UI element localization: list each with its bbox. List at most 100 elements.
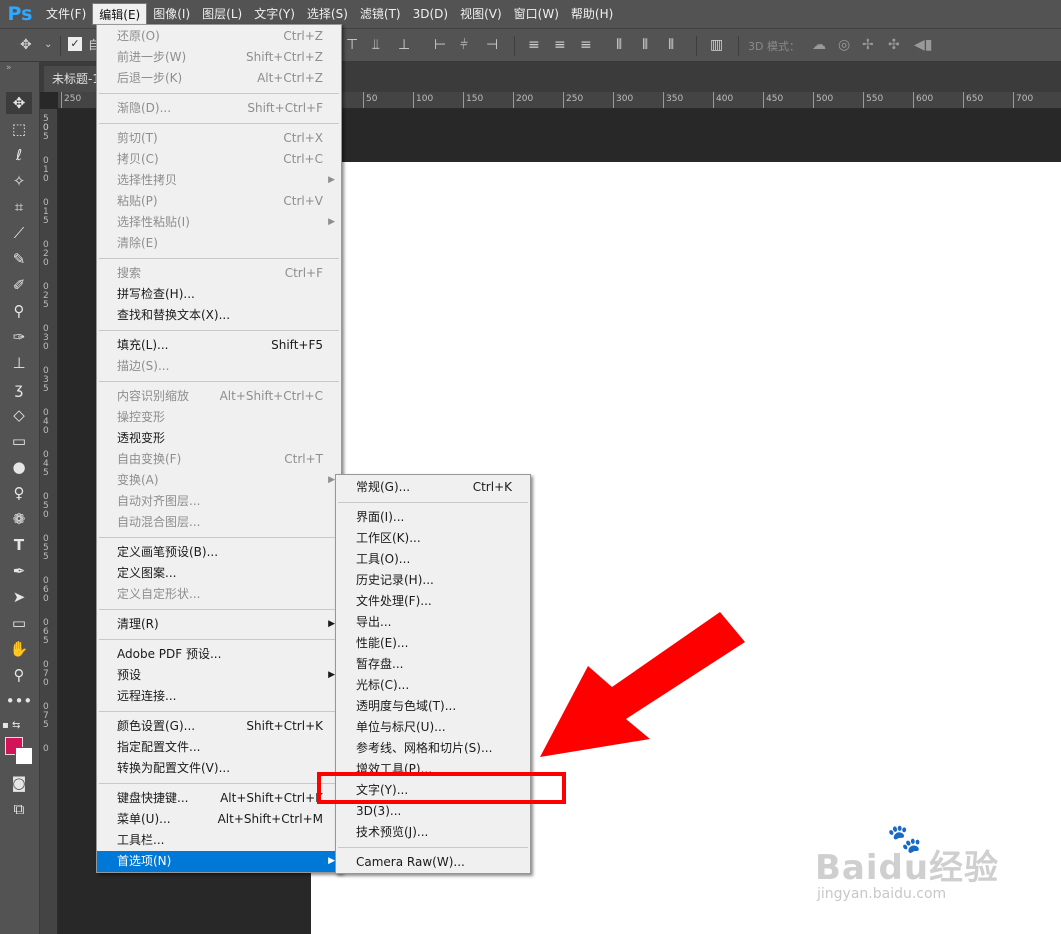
menu-item-3[interactable]: 图层(L) <box>196 3 248 25</box>
move-tool-icon[interactable]: ✥ <box>20 37 32 53</box>
blur-tool-icon[interactable]: ● <box>6 456 32 478</box>
edit-menu-item-40[interactable]: 转换为配置文件(V)... <box>97 758 341 779</box>
edit-menu-item-1[interactable]: 前进一步(W) Shift+Ctrl+Z <box>97 47 341 68</box>
menu-item-8[interactable]: 视图(V) <box>454 3 508 25</box>
gradient-tool-icon[interactable]: ▭ <box>6 430 32 452</box>
edit-menu-item-44[interactable]: 工具栏... <box>97 830 341 851</box>
prefs-menu-item-13[interactable]: 参考线、网格和切片(S)... <box>336 738 530 759</box>
move-tool-icon[interactable]: ✥ <box>6 92 32 114</box>
quick-mask-icon[interactable]: ◙ <box>6 772 32 794</box>
edit-menu-item-14[interactable]: 拼写检查(H)... <box>97 284 341 305</box>
distribute-horizontal-icon[interactable]: ⦀ <box>642 37 648 53</box>
magic-wand-icon[interactable]: ✧ <box>6 170 32 192</box>
edit-menu-item-43[interactable]: 菜单(U)... Alt+Shift+Ctrl+M <box>97 809 341 830</box>
edit-menu-item-18[interactable]: 描边(S)... <box>97 356 341 377</box>
edit-menu-item-38[interactable]: 颜色设置(G)... Shift+Ctrl+K <box>97 716 341 737</box>
path-selection-icon[interactable]: ➤ <box>6 586 32 608</box>
3d-orbit-icon[interactable]: ☁ <box>812 37 826 53</box>
edit-menu-item-29[interactable]: 定义图案... <box>97 563 341 584</box>
align-horizontal-center-icon[interactable]: ⫩ <box>460 37 468 53</box>
edit-menu-item-0[interactable]: 还原(O) Ctrl+Z <box>97 26 341 47</box>
prefs-menu-item-8[interactable]: 性能(E)... <box>336 633 530 654</box>
auto-select-checkbox[interactable]: ✓ <box>68 37 82 51</box>
art-history-icon[interactable]: ʒ <box>6 378 32 400</box>
chevron-down-icon[interactable]: ⌄ <box>44 37 52 53</box>
align-left-icon[interactable]: ⊢ <box>434 37 446 53</box>
stamp-icon[interactable]: ⊥ <box>6 352 32 374</box>
history-brush-icon[interactable]: ✑ <box>6 326 32 348</box>
3d-slide-icon[interactable]: ✣ <box>888 37 900 53</box>
dodge-tool-icon[interactable]: ♀ <box>6 482 32 504</box>
distribute-bottom-icon[interactable]: ≡ <box>580 37 592 53</box>
background-color-swatch[interactable] <box>15 747 33 765</box>
edit-menu-item-13[interactable]: 搜索 Ctrl+F <box>97 263 341 284</box>
edit-menu-item-45[interactable]: 首选项(N) ▶ <box>97 851 341 872</box>
prefs-menu-item-4[interactable]: 工具(O)... <box>336 549 530 570</box>
edit-menu-item-21[interactable]: 操控变形 <box>97 407 341 428</box>
menu-item-2[interactable]: 图像(I) <box>147 3 196 25</box>
edit-menu-item-32[interactable]: 清理(R) ▶ <box>97 614 341 635</box>
edit-menu-item-6[interactable]: 剪切(T) Ctrl+X <box>97 128 341 149</box>
3d-roll-icon[interactable]: ◎ <box>838 37 850 53</box>
prefs-menu-item-12[interactable]: 单位与标尺(U)... <box>336 717 530 738</box>
edit-menu-item-28[interactable]: 定义画笔预设(B)... <box>97 542 341 563</box>
distribute-left-icon[interactable]: ⦀ <box>616 37 622 53</box>
distribute-top-icon[interactable]: ≡ <box>528 37 540 53</box>
align-top-icon[interactable]: ⊤ <box>346 37 358 53</box>
prefs-menu-item-11[interactable]: 透明度与色域(T)... <box>336 696 530 717</box>
type-tool-icon[interactable]: T <box>6 534 32 556</box>
pen-tool-icon[interactable]: ✒ <box>6 560 32 582</box>
brush-tool-icon[interactable]: ✐ <box>6 274 32 296</box>
edit-menu-item-22[interactable]: 透视变形 <box>97 428 341 449</box>
prefs-menu-item-9[interactable]: 暂存盘... <box>336 654 530 675</box>
3d-scale-icon[interactable]: ◀▮ <box>914 37 932 53</box>
edit-menu-item-24[interactable]: 变换(A) ▶ <box>97 470 341 491</box>
edit-menu-item-23[interactable]: 自由变换(F) Ctrl+T <box>97 449 341 470</box>
menu-item-6[interactable]: 滤镜(T) <box>354 3 407 25</box>
prefs-menu-item-2[interactable]: 界面(I)... <box>336 507 530 528</box>
auto-align-icon[interactable]: ▥ <box>710 37 723 53</box>
edit-menu-item-7[interactable]: 拷贝(C) Ctrl+C <box>97 149 341 170</box>
crop-tool-icon[interactable]: ⌗ <box>6 196 32 218</box>
edit-menu-item-8[interactable]: 选择性拷贝 ▶ <box>97 170 341 191</box>
prefs-menu-item-6[interactable]: 文件处理(F)... <box>336 591 530 612</box>
prefs-menu-item-10[interactable]: 光标(C)... <box>336 675 530 696</box>
3d-pan-icon[interactable]: ✢ <box>862 37 874 53</box>
hand-tool-icon[interactable]: ✋ <box>6 638 32 660</box>
edit-menu-item-17[interactable]: 填充(L)... Shift+F5 <box>97 335 341 356</box>
menu-item-7[interactable]: 3D(D) <box>407 3 454 25</box>
menu-item-10[interactable]: 帮助(H) <box>565 3 619 25</box>
menu-item-0[interactable]: 文件(F) <box>40 3 92 25</box>
prefs-menu-item-19[interactable]: Camera Raw(W)... <box>336 852 530 873</box>
marquee-tool-icon[interactable]: ⬚ <box>6 118 32 140</box>
edit-menu-item-25[interactable]: 自动对齐图层... <box>97 491 341 512</box>
distribute-right-icon[interactable]: ⦀ <box>668 37 674 53</box>
clone-stamp-icon[interactable]: ⚲ <box>6 300 32 322</box>
prefs-menu-item-7[interactable]: 导出... <box>336 612 530 633</box>
swap-colors-icon[interactable]: ▪ ⇆ <box>2 714 38 736</box>
edit-menu-item-39[interactable]: 指定配置文件... <box>97 737 341 758</box>
align-vertical-center-icon[interactable]: ⫫ <box>372 37 380 53</box>
screen-mode-icon[interactable]: ⧉ <box>6 798 32 820</box>
edit-menu-item-36[interactable]: 远程连接... <box>97 686 341 707</box>
menu-item-1[interactable]: 编辑(E) <box>92 3 148 25</box>
menu-item-4[interactable]: 文字(Y) <box>248 3 301 25</box>
collapse-icon[interactable]: » <box>0 62 40 74</box>
eraser-icon[interactable]: ◇ <box>6 404 32 426</box>
edit-menu-item-9[interactable]: 粘贴(P) Ctrl+V <box>97 191 341 212</box>
lasso-tool-icon[interactable]: ℓ <box>6 144 32 166</box>
menu-item-9[interactable]: 窗口(W) <box>508 3 565 25</box>
prefs-menu-item-16[interactable]: 3D(3)... <box>336 801 530 822</box>
edit-menu-item-2[interactable]: 后退一步(K) Alt+Ctrl+Z <box>97 68 341 89</box>
menu-item-5[interactable]: 选择(S) <box>301 3 354 25</box>
eyedropper-icon[interactable]: ⟋ <box>6 222 32 244</box>
edit-menu-item-42[interactable]: 键盘快捷键... Alt+Shift+Ctrl+K <box>97 788 341 809</box>
prefs-menu-item-0[interactable]: 常规(G)... Ctrl+K <box>336 477 530 498</box>
edit-menu-item-30[interactable]: 定义自定形状... <box>97 584 341 605</box>
rectangle-tool-icon[interactable]: ▭ <box>6 612 32 634</box>
more-tools-icon[interactable]: ••• <box>6 690 33 712</box>
prefs-menu-item-5[interactable]: 历史记录(H)... <box>336 570 530 591</box>
prefs-menu-item-3[interactable]: 工作区(K)... <box>336 528 530 549</box>
edit-menu-item-20[interactable]: 内容识别缩放 Alt+Shift+Ctrl+C <box>97 386 341 407</box>
sponge-tool-icon[interactable]: ❁ <box>6 508 32 530</box>
